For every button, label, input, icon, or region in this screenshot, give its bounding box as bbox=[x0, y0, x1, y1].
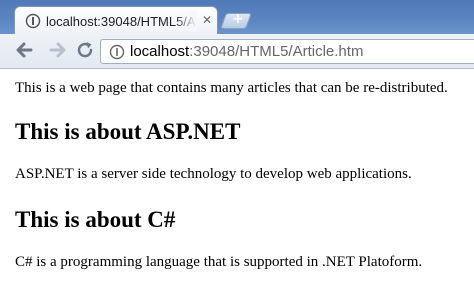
page-icon bbox=[25, 13, 41, 29]
tab-title-fade bbox=[175, 11, 197, 31]
article-body: ASP.NET is a server side technology to d… bbox=[15, 166, 412, 182]
tab-title: localhost:39048/HTML5/Art bbox=[46, 14, 196, 29]
close-icon[interactable]: ✕ bbox=[202, 13, 212, 27]
tab-strip: localhost:39048/HTML5/Art ✕ + bbox=[0, 0, 474, 35]
browser-tab[interactable]: localhost:39048/HTML5/Art ✕ bbox=[14, 6, 218, 35]
url-text[interactable]: localhost:39048/HTML5/Article.htm bbox=[130, 43, 363, 60]
browser-toolbar: localhost:39048/HTML5/Article.htm bbox=[0, 34, 474, 69]
url-path: :39048/HTML5/Article.htm bbox=[189, 43, 364, 60]
page-icon bbox=[109, 44, 125, 60]
article-heading: This is about ASP.NET bbox=[15, 119, 241, 144]
address-bar[interactable]: localhost:39048/HTML5/Article.htm bbox=[100, 39, 474, 64]
reload-icon[interactable] bbox=[74, 39, 96, 61]
forward-arrow-icon[interactable] bbox=[47, 39, 69, 61]
plus-icon[interactable]: + bbox=[232, 11, 244, 27]
intro-paragraph: This is a web page that contains many ar… bbox=[15, 80, 448, 96]
page-content: This is a web page that contains many ar… bbox=[15, 80, 470, 271]
article-body: C# is a programming language that is sup… bbox=[15, 254, 423, 270]
back-arrow-icon[interactable] bbox=[13, 39, 35, 61]
article-heading: This is about C# bbox=[15, 207, 176, 232]
url-host: localhost bbox=[130, 43, 190, 60]
